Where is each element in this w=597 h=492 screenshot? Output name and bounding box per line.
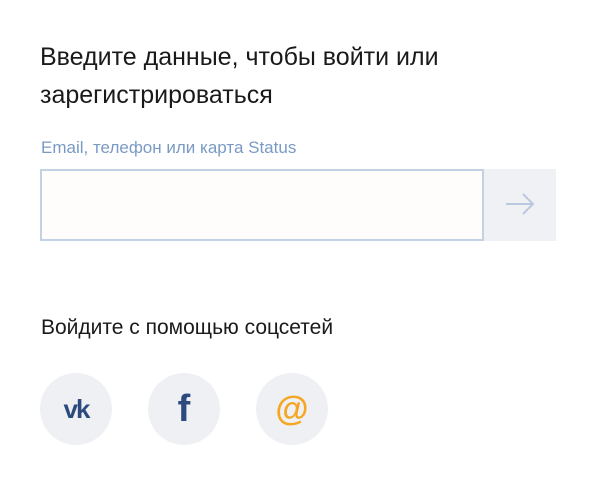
at-icon: @: [275, 390, 309, 428]
login-input-row: [40, 169, 556, 241]
mail-login-button[interactable]: @: [256, 373, 328, 445]
login-field-label: Email, телефон или карта Status: [41, 138, 297, 157]
social-login-title: Войдите с помощью соцсетей: [41, 316, 334, 339]
login-title: Введите данные, чтобы войти или зарегист…: [40, 43, 439, 109]
social-buttons: vk f @: [40, 373, 328, 445]
vk-login-button[interactable]: vk: [40, 373, 112, 445]
vk-icon: vk: [63, 393, 91, 424]
facebook-login-button[interactable]: f: [148, 373, 220, 445]
facebook-icon: f: [177, 388, 191, 430]
arrow-right-icon: [504, 192, 536, 219]
login-input[interactable]: [40, 169, 484, 241]
submit-button[interactable]: [484, 169, 556, 241]
